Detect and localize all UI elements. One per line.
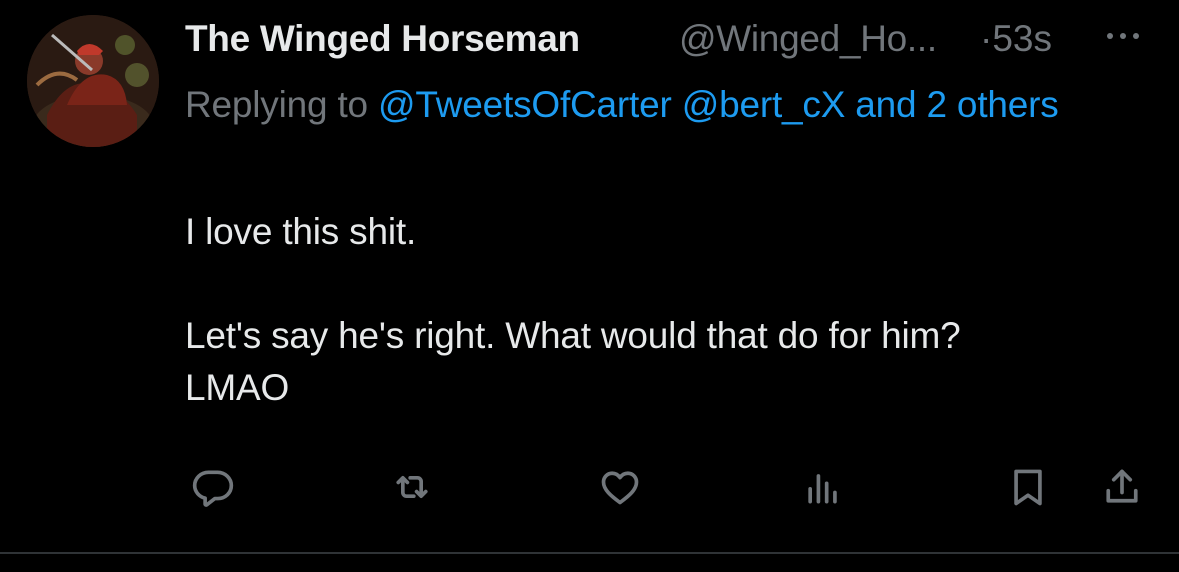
- views-button[interactable]: [798, 462, 848, 512]
- avatar[interactable]: [27, 15, 159, 147]
- avatar-image: [27, 15, 159, 147]
- bookmark-icon: [1014, 469, 1042, 506]
- tweet-text-line: LMAO: [185, 367, 290, 408]
- user-handle[interactable]: @Winged_Ho...: [679, 18, 937, 60]
- share-button[interactable]: [1097, 462, 1147, 512]
- action-bar: [185, 462, 1145, 512]
- replying-mentions[interactable]: @TweetsOfCarter @bert_cX and 2 others: [378, 84, 1059, 125]
- more-options-icon[interactable]: [1099, 16, 1147, 56]
- like-button[interactable]: [595, 462, 645, 512]
- replying-prefix: Replying to: [185, 84, 378, 125]
- tweet-text-line: I love this shit.: [185, 211, 417, 252]
- tweet-text: I love this shit. Let's say he's right. …: [185, 206, 1145, 414]
- share-icon: [1106, 469, 1138, 503]
- retweet-button[interactable]: [387, 462, 437, 512]
- timestamp[interactable]: ·53s: [980, 18, 1052, 60]
- tweet-header: The Winged Horseman @Winged_Ho... ·53s: [185, 8, 1145, 66]
- replying-to: Replying to @TweetsOfCarter @bert_cX and…: [185, 74, 1145, 136]
- reply-icon: [192, 470, 234, 507]
- tweet-body: The Winged Horseman @Winged_Ho... ·53s R…: [185, 8, 1145, 408]
- tweet-text-line: Let's say he's right. What would that do…: [185, 315, 961, 356]
- bookmark-button[interactable]: [1003, 462, 1053, 512]
- reply-button[interactable]: [188, 462, 238, 512]
- display-name[interactable]: The Winged Horseman: [185, 18, 580, 60]
- views-icon: [808, 474, 837, 504]
- retweet-icon: [396, 476, 428, 498]
- heart-icon: [601, 471, 639, 505]
- divider: [0, 552, 1179, 554]
